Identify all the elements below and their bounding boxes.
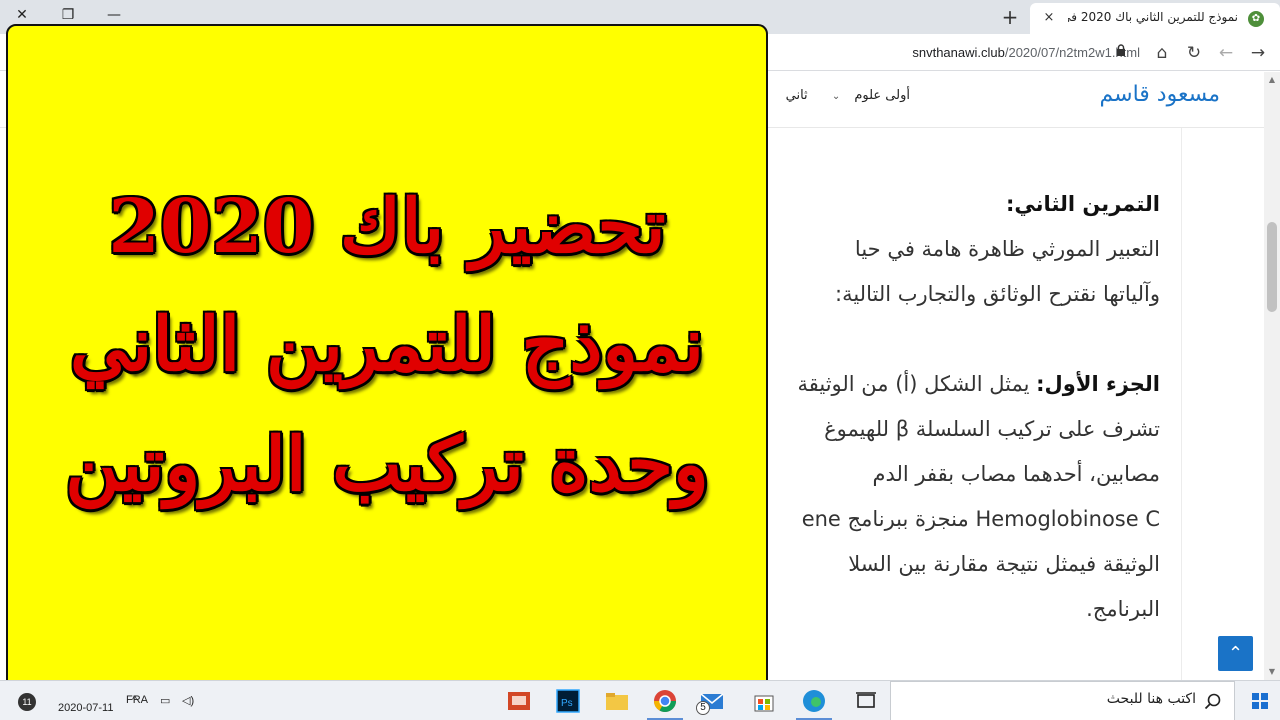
article-line: التعبير المورثي ظاهرة هامة في حيا <box>854 237 1160 261</box>
scroll-to-top-button[interactable]: ⌃ <box>1218 636 1253 671</box>
article-line: مصابين، أحدهما مصاب بقفر الدم <box>872 462 1160 486</box>
article-line: وآلياتها نقترح الوثائق والتجارب التالية: <box>835 282 1160 306</box>
nav-item-first-year[interactable]: أولى علوم ⌄ <box>822 88 910 103</box>
article-line: الوثيقة فيمثل نتيجة مقارنة بين السلا <box>848 552 1160 576</box>
file-explorer-icon[interactable] <box>603 687 631 715</box>
taskbar-date[interactable]: 2020-07-11 <box>58 702 113 714</box>
notification-badge[interactable]: 11 <box>18 693 36 711</box>
article-line: Hemoglobinose C منجزة ببرنامج ene <box>801 507 1160 531</box>
screen: ✕ ❐ — + × نموذج للتمرين الثاني باك 2020 … <box>0 0 1280 720</box>
photoshop-icon[interactable]: Ps <box>554 687 582 715</box>
lock-icon[interactable] <box>1116 44 1126 56</box>
search-placeholder: اكتب هنا للبحث <box>1106 691 1196 707</box>
site-logo[interactable]: مسعود قاسم <box>1060 82 1220 116</box>
window-close-button[interactable]: ✕ <box>8 4 36 26</box>
overlay-title-line-3: وحدة تركيب البروتين <box>65 422 709 508</box>
window-minimize-button[interactable]: — <box>100 4 128 26</box>
taskbar-search-box[interactable]: اكتب هنا للبحث <box>890 681 1235 720</box>
task-view-icon[interactable] <box>852 687 880 715</box>
part1-label: الجزء الأول: <box>1036 372 1160 396</box>
exercise-heading: التمرين الثاني: <box>1006 192 1160 216</box>
windows-taskbar: اكتب هنا للبحث 5 Ps ^ ▭ ◁) FRA 2020-07-1… <box>0 680 1280 720</box>
chrome-icon[interactable] <box>651 687 679 715</box>
overlay-title-line-2: نموذج للتمرين الثاني <box>69 302 705 388</box>
article-line: البرنامج. <box>1086 597 1160 621</box>
tab-close-icon[interactable]: × <box>1040 9 1058 27</box>
article-line: تشرف على تركيب السلسلة β للهيموغ <box>824 417 1160 441</box>
home-icon[interactable]: ⌂ <box>1150 41 1174 65</box>
site-favicon-icon: ✿ <box>1248 11 1264 27</box>
overlay-title-line-1: تحضير باك 2020 <box>108 184 666 270</box>
language-indicator[interactable]: FRA <box>126 694 148 706</box>
store-icon[interactable] <box>750 687 778 715</box>
volume-icon[interactable]: ◁) <box>182 694 194 707</box>
back-icon[interactable]: ← <box>1214 41 1238 65</box>
part1-text: يمثل الشكل (أ) من الوثيقة <box>797 372 1030 396</box>
presentation-app-icon[interactable] <box>505 687 533 715</box>
edge-browser-icon[interactable] <box>800 687 828 715</box>
part1-first-line: الجزء الأول: يمثل الشكل (أ) من الوثيقة <box>760 362 1160 407</box>
windows-start-icon[interactable] <box>1240 681 1280 720</box>
new-tab-button[interactable]: + <box>998 6 1022 28</box>
address-bar[interactable]: snvthanawi.club/2020/07/n2tm2w1.html <box>780 39 1140 66</box>
tab-active[interactable]: × نموذج للتمرين الثاني باك 2020 في ✿ <box>1030 3 1280 34</box>
nav-item-second[interactable]: ثاني <box>786 88 808 103</box>
window-restore-button[interactable]: ❐ <box>54 4 82 26</box>
tab-title: نموذج للتمرين الثاني باك 2020 في <box>1068 10 1238 24</box>
article-body: التمرين الثاني: التعبير المورثي ظاهرة ها… <box>760 182 1160 632</box>
search-icon <box>1204 693 1221 710</box>
url-host: snvthanawi.club <box>912 45 1005 60</box>
scrollbar-thumb[interactable] <box>1267 222 1277 312</box>
reload-icon[interactable]: ↻ <box>1182 41 1206 65</box>
title-overlay-card: تحضير باك 2020 نموذج للتمرين الثاني وحدة… <box>6 24 768 696</box>
scroll-down-arrow-icon[interactable]: ▼ <box>1264 664 1280 680</box>
chevron-down-icon: ⌄ <box>831 91 841 102</box>
forward-icon[interactable]: → <box>1246 41 1270 65</box>
scroll-up-arrow-icon[interactable]: ▲ <box>1264 72 1280 88</box>
svg-text:Ps: Ps <box>561 698 573 709</box>
mail-badge: 5 <box>696 701 710 715</box>
nav-item-label: أولى علوم <box>854 88 910 103</box>
content-divider <box>1181 128 1182 680</box>
site-nav-menu: أولى علوم ⌄ ثاني <box>760 88 910 110</box>
network-icon[interactable]: ▭ <box>160 694 170 707</box>
vertical-scrollbar[interactable]: ▲ ▼ <box>1264 72 1280 680</box>
